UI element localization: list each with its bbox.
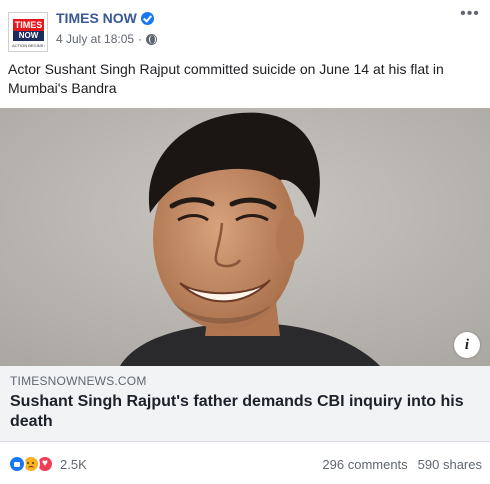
page-name-label[interactable]: TIMES NOW [56,10,137,26]
comments-count[interactable]: 296 comments [322,457,407,472]
meta-separator: · [138,32,143,46]
logo-tagline: ACTION BEGINS HERE [12,43,45,48]
page-avatar[interactable]: TIMES NOW ACTION BEGINS HERE [8,12,48,52]
shares-count[interactable]: 590 shares [418,457,482,472]
link-preview-image[interactable]: i [0,108,490,366]
link-title[interactable]: Sushant Singh Rajput's father demands CB… [10,392,480,432]
reactions-summary[interactable]: 2.5K [8,455,87,473]
post-timestamp[interactable]: 4 July at 18:05 [56,32,134,46]
post-card: TIMES NOW ACTION BEGINS HERE TIMES NOW 4… [0,0,490,484]
info-button[interactable]: i [454,332,480,358]
more-options-icon[interactable]: ••• [458,6,482,28]
logo-line-now: NOW [13,31,44,41]
link-preview[interactable]: TIMESNOWNEWS.COM Sushant Singh Rajput's … [0,366,490,442]
verified-badge-icon [140,11,154,25]
page-name[interactable]: TIMES NOW [56,10,154,26]
post-meta: 4 July at 18:05 · [56,32,158,46]
post-header: TIMES NOW ACTION BEGINS HERE TIMES NOW 4… [8,6,482,52]
link-domain: TIMESNOWNEWS.COM [10,374,147,388]
post-text: Actor Sushant Singh Rajput committed sui… [8,61,444,96]
reaction-count[interactable]: 2.5K [60,457,87,472]
globe-icon[interactable] [146,33,158,45]
post-footer: 2.5K 296 comments 590 shares [8,452,482,476]
engagement-stats: 296 comments 590 shares [322,457,482,472]
portrait-photo [0,108,490,366]
logo-line-times: TIMES [13,19,44,31]
like-icon [8,455,26,473]
